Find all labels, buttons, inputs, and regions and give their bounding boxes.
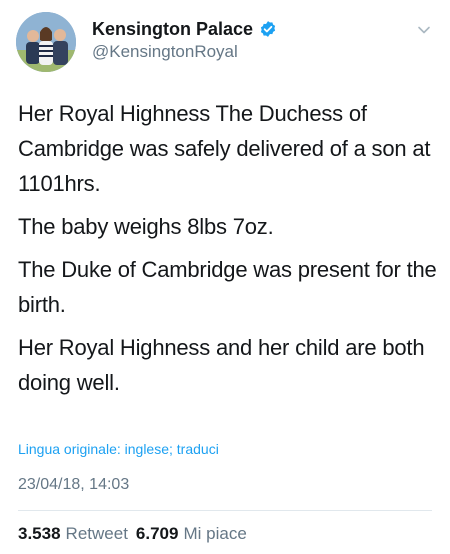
retweet-stat[interactable]: 3.538 Retweet	[18, 524, 128, 544]
chevron-down-icon[interactable]	[416, 22, 432, 38]
avatar[interactable]	[16, 12, 76, 72]
author-info: Kensington Palace @KensingtonRoyal	[92, 18, 277, 62]
tweet-paragraph: Her Royal Highness The Duchess of Cambri…	[18, 101, 431, 196]
tweet-stats: 3.538 Retweet 6.709 Mi piace	[18, 524, 247, 544]
retweet-label: Retweet	[65, 524, 128, 543]
tweet-paragraph: The Duke of Cambridge was present for th…	[18, 257, 437, 317]
name-row: Kensington Palace	[92, 18, 277, 40]
tweet: Kensington Palace @KensingtonRoyal Her R…	[0, 0, 450, 554]
tweet-paragraph: The baby weighs 8lbs 7oz.	[18, 214, 274, 239]
like-stat[interactable]: 6.709 Mi piace	[136, 524, 247, 544]
translate-link[interactable]: Lingua originale: inglese; traduci	[18, 441, 219, 457]
handle[interactable]: @KensingtonRoyal	[92, 42, 277, 62]
display-name[interactable]: Kensington Palace	[92, 19, 253, 40]
tweet-header: Kensington Palace @KensingtonRoyal	[16, 10, 434, 72]
like-label: Mi piace	[183, 524, 247, 543]
tweet-timestamp[interactable]: 23/04/18, 14:03	[18, 476, 129, 494]
divider	[18, 510, 432, 511]
retweet-count: 3.538	[18, 524, 61, 543]
verified-badge-icon	[259, 20, 277, 38]
tweet-paragraph: Her Royal Highness and her child are bot…	[18, 335, 425, 395]
avatar-image	[16, 12, 76, 72]
like-count: 6.709	[135, 524, 179, 543]
tweet-text: Her Royal Highness The Duchess of Cambri…	[18, 96, 438, 408]
